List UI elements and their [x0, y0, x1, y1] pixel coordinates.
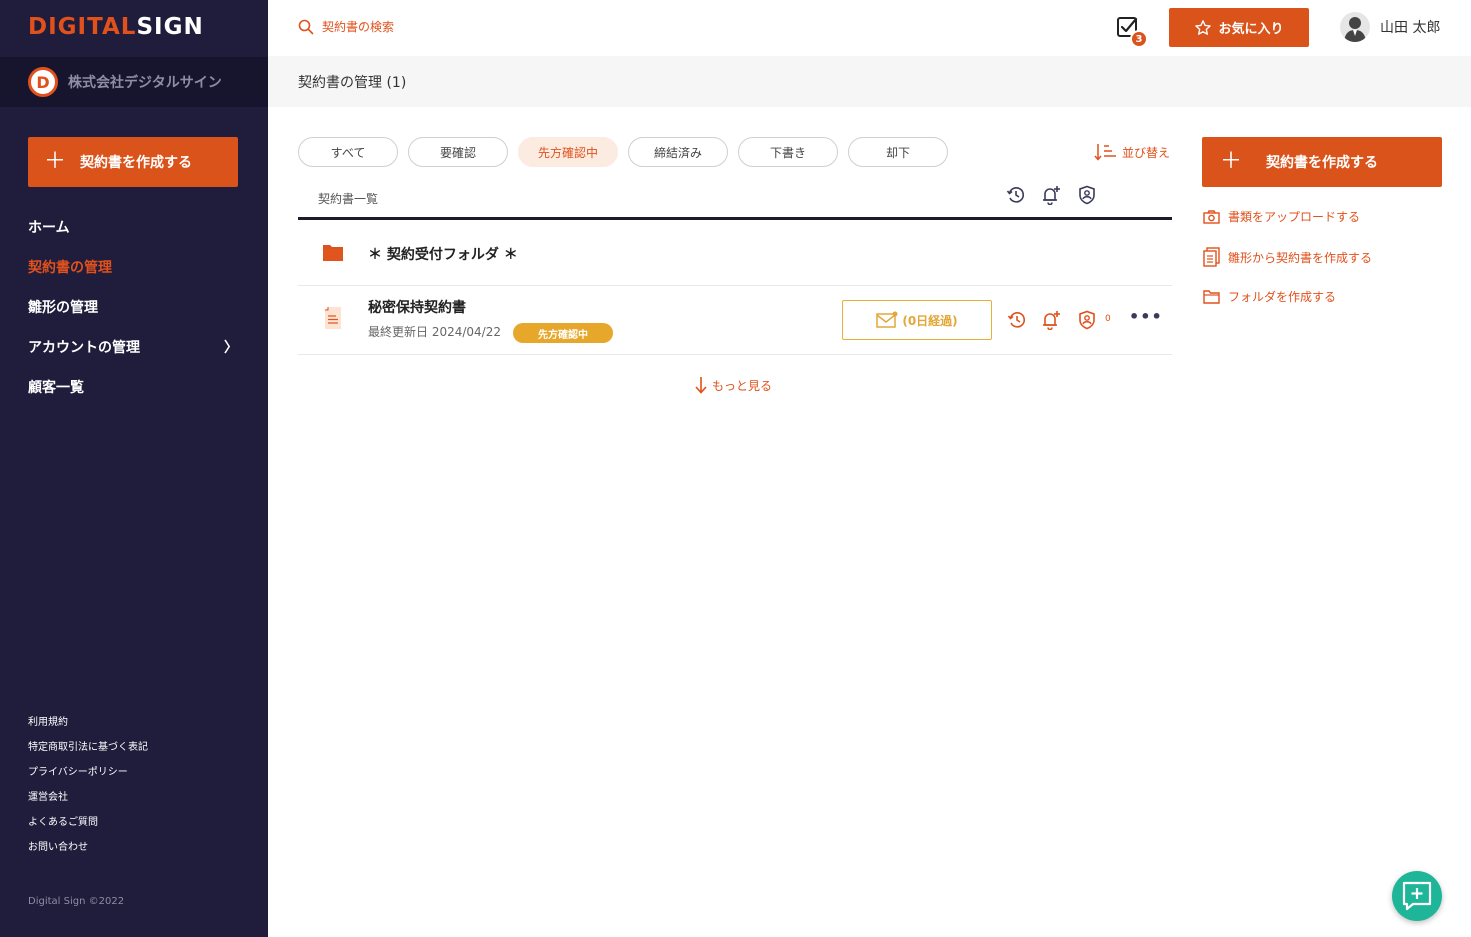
table-row[interactable]: 秘密保持契約書 最終更新日 2024/04/22 先方確認中 (0日経過) 0 …: [298, 286, 1172, 355]
filter-draft[interactable]: 下書き: [738, 137, 838, 167]
task-button[interactable]: 3: [1116, 15, 1148, 48]
arrow-down-icon: [695, 377, 707, 394]
show-more-button[interactable]: もっと見る: [694, 376, 772, 394]
sidebar-item-home[interactable]: ホーム: [28, 207, 238, 247]
folder-name: ＊ 契約受付フォルダ ＊: [368, 247, 518, 263]
shield-user-icon[interactable]: [1077, 310, 1097, 330]
chat-add-icon: [1402, 881, 1432, 911]
sidebar-nav: ホーム 契約書の管理 雛形の管理 アカウントの管理 〉 顧客一覧: [28, 207, 238, 407]
create-contract-label: 契約書を作成する: [1266, 155, 1379, 171]
footer-link-faq[interactable]: よくあるご質問: [28, 816, 148, 841]
filter-all[interactable]: すべて: [298, 137, 398, 167]
sidebar-item-label: 雛形の管理: [28, 300, 98, 316]
user-menu[interactable]: 山田 太郎: [1340, 12, 1440, 42]
bell-add-icon[interactable]: [1041, 185, 1061, 205]
chevron-right-icon: 〉: [224, 340, 238, 356]
footer-link-privacy[interactable]: プライバシーポリシー: [28, 766, 148, 791]
create-from-template-label: 雛形から契約書を作成する: [1228, 250, 1373, 265]
company-name: 株式会社デジタルサイン: [68, 75, 222, 91]
sidebar: DIGITALSIGN D 株式会社デジタルサイン ＋ 契約書を作成する ホーム…: [0, 0, 268, 937]
sidebar-create-contract-label: 契約書を作成する: [80, 155, 193, 171]
footer-links: 利用規約 特定商取引法に基づく表記 プライバシーポリシー 運営会社 よくあるご質…: [28, 716, 148, 866]
status-badge: 先方確認中: [513, 323, 613, 343]
filter-rejected[interactable]: 却下: [848, 137, 948, 167]
footer-link-tokushoho[interactable]: 特定商取引法に基づく表記: [28, 741, 148, 766]
sidebar-item-contracts[interactable]: 契約書の管理: [28, 247, 238, 287]
top-bar: 契約書の検索 3 お気に入り 山田 太郎: [268, 0, 1471, 56]
resend-mail-button[interactable]: (0日経過): [842, 300, 992, 340]
filter-pending-counterparty[interactable]: 先方確認中: [518, 137, 618, 167]
plus-icon: ＋: [1220, 149, 1243, 174]
user-silhouette-icon: [1344, 17, 1366, 42]
create-contract-button[interactable]: ＋ 契約書を作成する: [1202, 137, 1442, 187]
contract-list-title: 契約書一覧: [318, 192, 379, 206]
user-name: 山田 太郎: [1380, 20, 1441, 36]
create-folder-link[interactable]: フォルダを作成する: [1203, 288, 1336, 305]
folder-icon: [323, 245, 343, 261]
document-name[interactable]: 秘密保持契約書: [368, 297, 466, 317]
search-input[interactable]: 契約書の検索: [298, 18, 394, 35]
sidebar-item-label: ホーム: [28, 220, 70, 236]
company-switcher[interactable]: D 株式会社デジタルサイン: [0, 57, 268, 107]
sidebar-item-customers[interactable]: 顧客一覧: [28, 367, 238, 407]
upload-document-link[interactable]: 書類をアップロードする: [1203, 208, 1360, 225]
upload-document-label: 書類をアップロードする: [1228, 210, 1361, 224]
show-more-label: もっと見る: [712, 378, 773, 393]
sort-label: 並び替え: [1122, 145, 1171, 160]
camera-icon: [1203, 209, 1220, 224]
approver-count: 0: [1105, 314, 1111, 324]
search-placeholder: 契約書の検索: [322, 20, 395, 34]
more-options-icon[interactable]: •••: [1129, 307, 1163, 326]
sidebar-item-label: アカウントの管理: [28, 340, 140, 356]
brand-logo[interactable]: DIGITALSIGN: [28, 14, 204, 40]
footer-link-company[interactable]: 運営会社: [28, 791, 148, 816]
create-from-template-link[interactable]: 雛形から契約書を作成する: [1203, 247, 1372, 267]
footer-link-contact[interactable]: お問い合わせ: [28, 841, 148, 866]
chat-support-button[interactable]: [1392, 871, 1442, 921]
sidebar-item-accounts[interactable]: アカウントの管理 〉: [28, 327, 238, 367]
elapsed-days: (0日経過): [902, 313, 958, 328]
status-filter-tabs: すべて 要確認 先方確認中 締結済み 下書き 却下: [298, 137, 948, 167]
sort-icon: [1094, 144, 1116, 161]
sidebar-item-label: 契約書の管理: [28, 260, 112, 276]
filter-needs-review[interactable]: 要確認: [408, 137, 508, 167]
folder-row[interactable]: ＊ 契約受付フォルダ ＊: [298, 220, 1172, 286]
footer-link-terms[interactable]: 利用規約: [28, 716, 148, 741]
search-icon: [298, 19, 314, 34]
copyright: Digital Sign ©2022: [28, 896, 125, 907]
star-icon: [1195, 19, 1212, 35]
company-avatar: D: [28, 67, 58, 97]
sidebar-create-contract-button[interactable]: ＋ 契約書を作成する: [28, 137, 238, 187]
page-title: 契約書の管理 (1): [298, 74, 407, 91]
avatar: [1340, 12, 1370, 42]
document-icon: [325, 307, 341, 329]
contract-list-header: 契約書一覧: [298, 180, 1172, 220]
brand-logo-part1: DIGITAL: [28, 14, 137, 40]
mail-icon: [876, 311, 898, 328]
history-icon[interactable]: [1006, 185, 1026, 205]
task-count-badge: 3: [1130, 30, 1148, 48]
history-icon[interactable]: [1007, 310, 1027, 330]
folder-outline-icon: [1203, 290, 1220, 304]
document-updated-date: 最終更新日 2024/04/22: [368, 325, 501, 339]
shield-user-icon[interactable]: [1077, 185, 1097, 205]
sort-button[interactable]: 並び替え: [1094, 143, 1170, 161]
breadcrumb: 契約書の管理 (1): [268, 56, 1471, 107]
favorites-label: お気に入り: [1218, 22, 1284, 37]
documents-copy-icon: [1203, 247, 1220, 267]
favorites-button[interactable]: お気に入り: [1169, 8, 1309, 47]
brand-logo-part2: SIGN: [136, 14, 204, 40]
filter-concluded[interactable]: 締結済み: [628, 137, 728, 167]
bell-add-icon[interactable]: [1041, 310, 1061, 330]
sidebar-item-label: 顧客一覧: [28, 380, 84, 396]
create-folder-label: フォルダを作成する: [1228, 290, 1337, 304]
plus-icon: ＋: [44, 149, 67, 174]
sidebar-item-templates[interactable]: 雛形の管理: [28, 287, 238, 327]
